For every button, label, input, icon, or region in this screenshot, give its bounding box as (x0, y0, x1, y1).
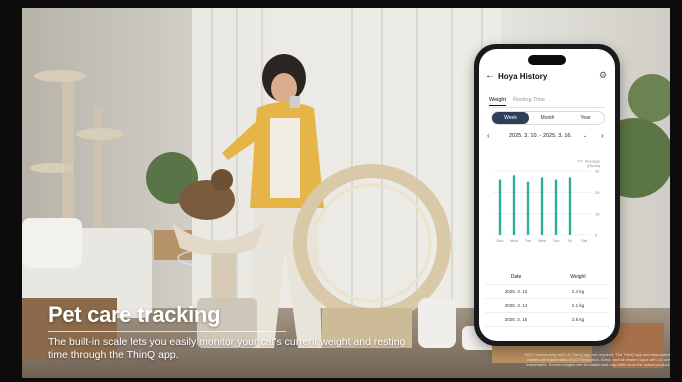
x-tick-label: Tue (525, 238, 533, 243)
cell-weight: 2.1 kg (571, 303, 585, 308)
x-tick-label: Fri (568, 238, 573, 243)
y-tick-label: 0 (595, 233, 598, 238)
chart-bar (540, 177, 544, 235)
cell-date: 2025. 3. 13 (504, 289, 528, 294)
gear-icon[interactable]: ⚙ (599, 70, 607, 81)
period-selector: Week Month Year (491, 111, 605, 125)
x-tick-label: Sat (581, 238, 588, 243)
period-month[interactable]: Month (529, 112, 566, 124)
y-tick-label: 20 (595, 190, 600, 195)
promo-disclaimer: *Wi-Fi connectivity and LG ThinQ app are… (523, 352, 670, 367)
y-tick-label: 30 (595, 169, 600, 174)
chart-bar (498, 179, 502, 235)
app-screen: ← Hoya History ⚙ Weight Resting Time Wee… (479, 49, 615, 341)
phone-mockup: ← Hoya History ⚙ Weight Resting Time Wee… (474, 44, 620, 346)
y-tick-label: 10 (595, 211, 600, 216)
chevron-right-icon[interactable]: › (601, 131, 604, 140)
cell-weight: 2.5 kg (571, 317, 585, 322)
y-axis-label: (Hours) (587, 163, 601, 168)
column-header-weight: Weight (570, 274, 586, 280)
table-row: 2025. 3. 13 2.4 kg (485, 285, 609, 299)
x-tick-label: Sun (496, 238, 503, 243)
weekly-bar-chart: 0 10 20 30(Hours)Average Sun Mon Tue Wed Thu Fri S… (493, 159, 601, 243)
tab-weight[interactable]: Weight (489, 97, 507, 106)
chart-bar (526, 181, 530, 235)
x-tick-label: Wed (538, 238, 546, 243)
table-header: Date Weight (485, 271, 609, 285)
weight-table: Date Weight 2025. 3. 13 2.4 kg 2025. 3. … (485, 271, 609, 327)
page-title: Hoya History (498, 72, 548, 81)
promo-headline: Pet care tracking (48, 302, 221, 327)
column-header-date: Date (510, 274, 522, 280)
x-tick-label: Mon (510, 238, 518, 243)
promo-subline: The built-in scale lets you easily monit… (48, 336, 406, 361)
app-header: ← Hoya History ⚙ (479, 69, 615, 87)
date-navigator: ‹ 2025. 3. 10. - 2025. 3. 16. ⌄ › (485, 131, 609, 143)
period-week[interactable]: Week (492, 112, 529, 124)
dynamic-island (528, 55, 566, 65)
cell-weight: 2.4 kg (571, 289, 585, 294)
metric-tabs: Weight Resting Time (489, 95, 605, 108)
tab-resting-time[interactable]: Resting Time (513, 97, 545, 103)
chart-bar (512, 175, 516, 235)
chart-bar (568, 177, 572, 235)
cell-date: 2025. 3. 14 (504, 303, 528, 308)
table-row: 2025. 3. 14 2.1 kg (485, 299, 609, 313)
legend-entry: Average (585, 159, 601, 164)
chevron-left-icon[interactable]: ‹ (487, 131, 490, 140)
chevron-down-icon[interactable]: ⌄ (583, 133, 587, 139)
back-arrow-icon[interactable]: ← (485, 70, 495, 81)
date-range[interactable]: 2025. 3. 10. - 2025. 3. 16. (509, 133, 572, 139)
promo-frame: Pet care tracking The built-in scale let… (0, 0, 682, 382)
chart-bar (554, 179, 558, 235)
cell-date: 2025. 3. 15 (504, 317, 528, 322)
period-year[interactable]: Year (567, 112, 604, 124)
x-tick-label: Thu (553, 238, 560, 243)
table-row: 2025. 3. 15 2.5 kg (485, 313, 609, 327)
